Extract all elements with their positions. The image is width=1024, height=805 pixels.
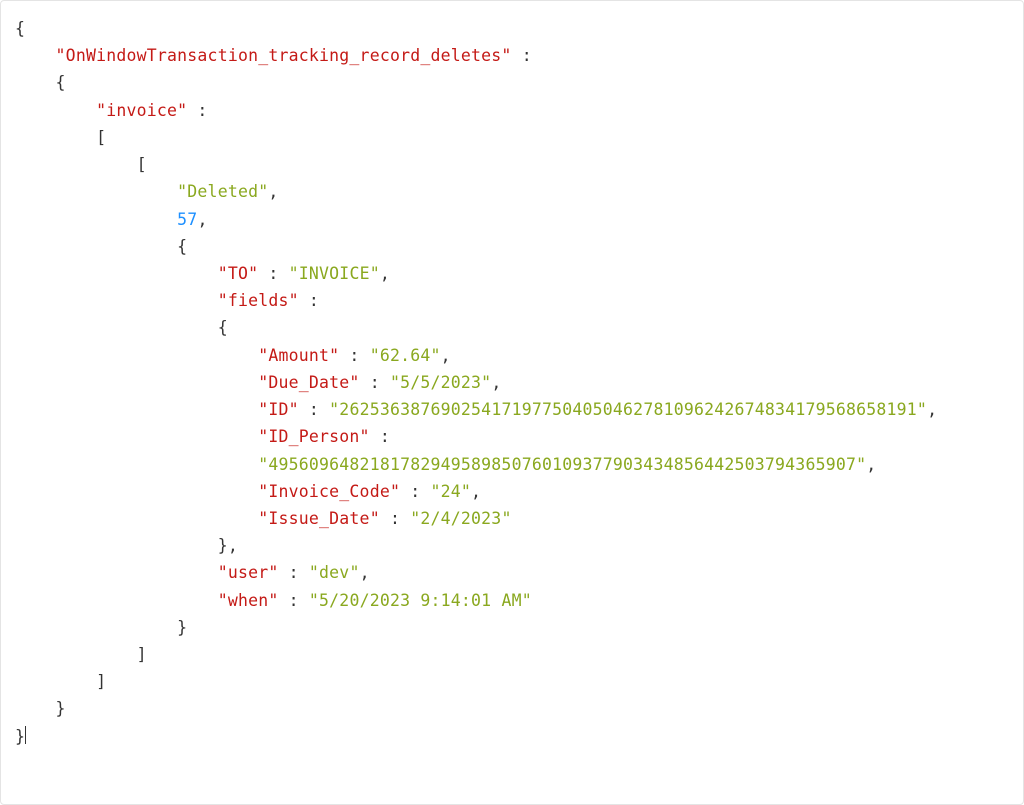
comma: , — [197, 210, 207, 229]
colon: : — [279, 591, 309, 610]
colon: : — [187, 101, 207, 120]
due-date-val: "5/5/2023" — [390, 373, 491, 392]
indent — [15, 101, 96, 120]
colon: : — [400, 482, 430, 501]
issue-date-val: "2/4/2023" — [410, 509, 511, 528]
brace-open: { — [218, 318, 228, 337]
comma: , — [441, 346, 451, 365]
indent — [15, 536, 218, 555]
indent — [15, 210, 177, 229]
comma: , — [471, 482, 481, 501]
id-person-key: "ID_Person" — [258, 427, 369, 446]
user-key: "user" — [218, 563, 279, 582]
indent — [15, 128, 96, 147]
indent — [15, 455, 258, 474]
indent — [15, 482, 258, 501]
number-57: 57 — [177, 210, 197, 229]
indent — [15, 618, 177, 637]
colon: : — [258, 264, 288, 283]
brace-open: { — [177, 237, 187, 256]
id-val: "262536387690254171977504050462781096242… — [329, 400, 927, 419]
indent — [15, 155, 137, 174]
json-code-viewer: { "OnWindowTransaction_tracking_record_d… — [0, 0, 1024, 805]
indent — [15, 373, 258, 392]
due-date-key: "Due_Date" — [258, 373, 359, 392]
invoice-code-val: "24" — [431, 482, 472, 501]
invoice-code-key: "Invoice_Code" — [258, 482, 400, 501]
comma: , — [228, 536, 238, 555]
to-val: "INVOICE" — [289, 264, 380, 283]
text-caret — [25, 726, 26, 744]
indent — [15, 346, 258, 365]
amount-val: "62.64" — [370, 346, 441, 365]
brace-close: } — [177, 618, 187, 637]
brace-close: } — [15, 727, 25, 746]
user-val: "dev" — [309, 563, 360, 582]
indent — [15, 73, 56, 92]
indent — [15, 318, 218, 337]
colon: : — [339, 346, 369, 365]
colon: : — [380, 509, 410, 528]
indent — [15, 182, 177, 201]
invoice-key: "invoice" — [96, 101, 187, 120]
indent — [15, 699, 56, 718]
when-val: "5/20/2023 9:14:01 AM" — [309, 591, 532, 610]
bracket-open: [ — [96, 128, 106, 147]
indent — [15, 509, 258, 528]
indent — [15, 427, 258, 446]
comma: , — [866, 455, 876, 474]
deleted-string: "Deleted" — [177, 182, 268, 201]
colon: : — [370, 427, 390, 446]
colon: : — [360, 373, 390, 392]
colon: : — [299, 400, 329, 419]
id-person-val: "495609648218178294958985076010937790343… — [258, 455, 866, 474]
to-key: "TO" — [218, 264, 259, 283]
brace-close: } — [218, 536, 228, 555]
indent — [15, 645, 137, 664]
brace-close: } — [56, 699, 66, 718]
indent — [15, 591, 218, 610]
bracket-close: ] — [137, 645, 147, 664]
indent — [15, 237, 177, 256]
indent — [15, 400, 258, 419]
indent — [15, 563, 218, 582]
colon: : — [512, 46, 532, 65]
brace-open: { — [15, 19, 25, 38]
fields-key: "fields" — [218, 291, 299, 310]
indent — [15, 672, 96, 691]
comma: , — [491, 373, 501, 392]
comma: , — [268, 182, 278, 201]
id-key: "ID" — [258, 400, 299, 419]
colon: : — [279, 563, 309, 582]
comma: , — [380, 264, 390, 283]
when-key: "when" — [218, 591, 279, 610]
bracket-open: [ — [137, 155, 147, 174]
indent — [15, 46, 56, 65]
issue-date-key: "Issue_Date" — [258, 509, 380, 528]
comma: , — [360, 563, 370, 582]
indent — [15, 291, 218, 310]
bracket-close: ] — [96, 672, 106, 691]
brace-open: { — [56, 73, 66, 92]
amount-key: "Amount" — [258, 346, 339, 365]
root-key: "OnWindowTransaction_tracking_record_del… — [56, 46, 512, 65]
comma: , — [927, 400, 937, 419]
indent — [15, 264, 218, 283]
colon: : — [299, 291, 319, 310]
